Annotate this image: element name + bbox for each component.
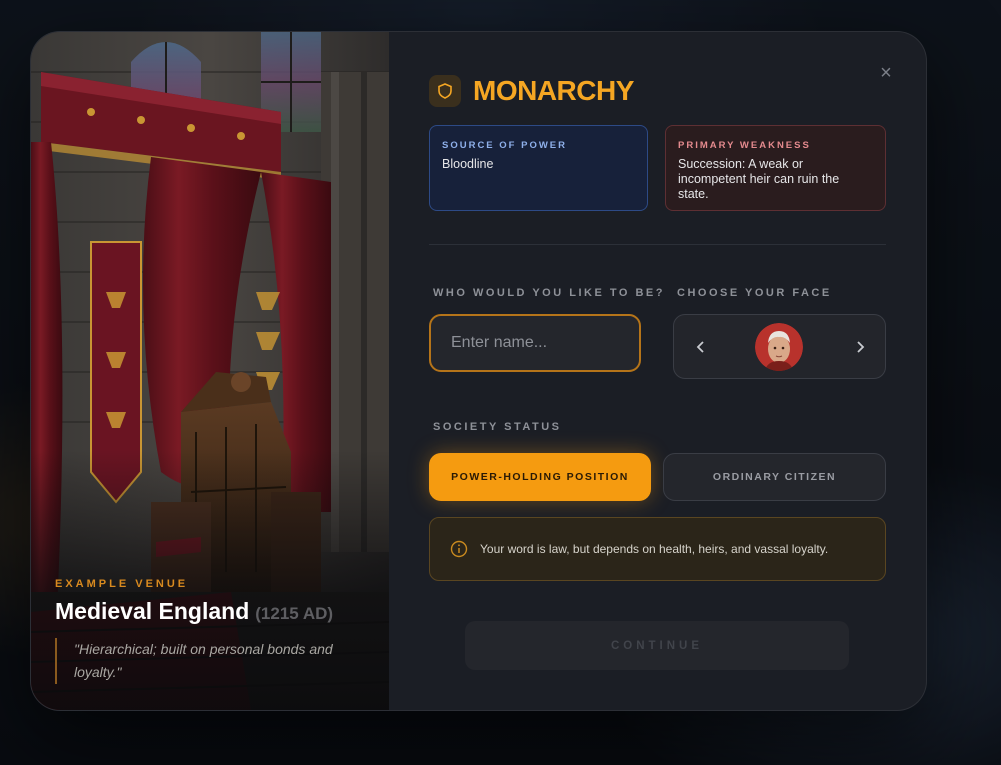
- hint-text: Your word is law, but depends on health,…: [480, 542, 829, 556]
- section-divider: [429, 244, 886, 245]
- modal-title: MONARCHY: [473, 75, 634, 106]
- primary-weakness-card: PRIMARY WEAKNESS Succession: A weak or i…: [665, 125, 886, 211]
- venue-title: Medieval England (1215 AD): [55, 598, 333, 625]
- status-label: SOCIETY STATUS: [433, 421, 562, 433]
- shield-icon: [429, 75, 461, 107]
- setup-panel: × MONARCHY SOURCE OF POWER Bloodline PRI…: [389, 32, 926, 710]
- source-of-power-value: Bloodline: [442, 157, 494, 171]
- primary-weakness-label: PRIMARY WEAKNESS: [678, 140, 811, 151]
- modal-header: MONARCHY: [429, 75, 634, 107]
- close-button[interactable]: ×: [875, 62, 897, 84]
- continue-button[interactable]: CONTINUE: [465, 621, 849, 670]
- venue-artwork: EXAMPLE VENUE Medieval England (1215 AD) …: [31, 32, 389, 710]
- chevron-right-icon: [857, 341, 865, 353]
- venue-year: (1215 AD): [255, 604, 334, 623]
- face-picker: [673, 314, 886, 379]
- government-modal: EXAMPLE VENUE Medieval England (1215 AD) …: [30, 31, 927, 711]
- next-face-button[interactable]: [849, 336, 871, 358]
- venue-name: Medieval England: [55, 598, 250, 624]
- status-hint: Your word is law, but depends on health,…: [429, 517, 886, 581]
- prev-face-button[interactable]: [690, 336, 712, 358]
- name-input[interactable]: [429, 314, 641, 372]
- identity-label: WHO WOULD YOU LIKE TO BE?: [433, 287, 665, 299]
- venue-label: EXAMPLE VENUE: [55, 578, 189, 590]
- chevron-left-icon: [696, 341, 704, 353]
- venue-quote: "Hierarchical; built on personal bonds a…: [55, 638, 374, 684]
- primary-weakness-value: Succession: A weak or incompetent heir c…: [678, 157, 840, 201]
- face-label: CHOOSE YOUR FACE: [677, 287, 832, 299]
- ordinary-citizen-button[interactable]: ORDINARY CITIZEN: [663, 453, 886, 501]
- face-avatar: [755, 323, 803, 371]
- power-holding-button[interactable]: POWER-HOLDING POSITION: [429, 453, 651, 501]
- close-icon: ×: [880, 62, 892, 84]
- source-of-power-card: SOURCE OF POWER Bloodline: [429, 125, 648, 211]
- info-icon: [450, 540, 468, 558]
- source-of-power-label: SOURCE OF POWER: [442, 140, 568, 151]
